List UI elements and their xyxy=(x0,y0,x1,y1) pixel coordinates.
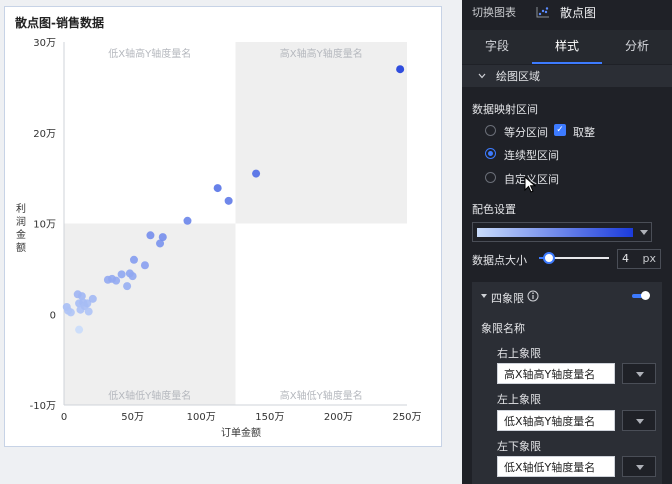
top-left-quadrant-select[interactable] xyxy=(622,410,656,431)
quadrant-top-right-bg xyxy=(235,42,407,224)
chevron-down-icon xyxy=(640,230,648,235)
quadrant-label-top-left: 低X轴高Y轴度量名 xyxy=(108,47,191,60)
data-point[interactable] xyxy=(158,233,167,242)
data-point[interactable] xyxy=(112,276,121,285)
x-tick-label: 250万 xyxy=(392,412,421,423)
tab-style[interactable]: 样式 xyxy=(532,30,602,64)
radio-continuous-interval[interactable] xyxy=(485,148,496,159)
point-size-value: 4 xyxy=(622,252,629,265)
radio-equal-interval[interactable] xyxy=(485,125,496,136)
mouse-cursor-icon xyxy=(524,176,537,193)
radio-custom-interval[interactable] xyxy=(485,172,496,183)
data-point[interactable] xyxy=(117,270,126,279)
data-point[interactable] xyxy=(129,255,138,264)
y-axis-label-char-4: 额 xyxy=(16,241,26,254)
point-size-input[interactable]: 4 px xyxy=(617,249,661,269)
tab-analysis[interactable]: 分析 xyxy=(602,30,672,64)
toggle-knob xyxy=(641,291,650,300)
tab-fields[interactable]: 字段 xyxy=(462,30,532,64)
top-right-quadrant-input[interactable] xyxy=(497,363,615,384)
x-tick-label: 100万 xyxy=(187,412,216,423)
y-tick-labels: -10万 0 10万 20万 30万 xyxy=(30,38,56,412)
section-plot-area[interactable]: 绘图区域 xyxy=(462,65,672,87)
quadrant-label-bottom-left: 低X轴低Y轴度量名 xyxy=(108,389,191,402)
data-point[interactable] xyxy=(146,231,155,240)
round-checkbox-label[interactable]: 取整 xyxy=(573,124,595,140)
data-point[interactable] xyxy=(123,282,132,291)
data-point[interactable] xyxy=(396,65,405,74)
data-point[interactable] xyxy=(140,261,149,270)
x-tick-label: 200万 xyxy=(324,412,353,423)
radio-continuous-interval-label[interactable]: 连续型区间 xyxy=(504,147,559,163)
info-icon[interactable] xyxy=(527,290,539,302)
switch-chart-label: 切换图表 xyxy=(472,6,516,19)
x-tick-label: 0 xyxy=(61,412,67,423)
scatter-chart: -10万 0 10万 20万 30万 0 50万 100万 150万 200万 250万 低X轴高… xyxy=(16,38,422,439)
chevron-down-icon xyxy=(636,419,644,424)
top-left-quadrant-label: 左上象限 xyxy=(497,393,541,406)
x-tick-label: 150万 xyxy=(255,412,284,423)
check-icon: ✓ xyxy=(556,125,564,135)
data-point[interactable] xyxy=(252,169,261,178)
top-right-quadrant-select[interactable] xyxy=(622,363,656,384)
y-tick-label: 30万 xyxy=(33,38,56,49)
x-tick-labels: 0 50万 100万 150万 200万 250万 xyxy=(61,412,422,423)
bottom-left-quadrant-label: 左下象限 xyxy=(497,440,541,453)
y-axis-label-char-1: 利 xyxy=(16,203,26,215)
bottom-left-quadrant-select[interactable] xyxy=(622,456,656,477)
chevron-down-icon xyxy=(636,372,644,377)
slider-handle[interactable] xyxy=(543,252,555,264)
chart-card: 散点图-销售数据 -10万 0 10万 20万 30万 0 50万 100万 150万 200万… xyxy=(4,6,442,447)
section-title: 绘图区域 xyxy=(496,70,540,83)
chevron-down-icon xyxy=(636,465,644,470)
top-left-quadrant-input[interactable] xyxy=(497,410,615,431)
color-gradient-swatch xyxy=(477,228,633,237)
y-axis-label-group: 利 润 金 额 xyxy=(16,203,26,254)
y-axis-label-char-3: 金 xyxy=(16,228,26,241)
color-setting-label: 配色设置 xyxy=(472,203,516,216)
data-point[interactable] xyxy=(66,308,75,317)
caret-down-icon[interactable] xyxy=(481,293,487,299)
data-point[interactable] xyxy=(128,272,137,281)
chevron-down-icon xyxy=(478,73,486,79)
color-scheme-select[interactable] xyxy=(472,222,652,242)
data-point[interactable] xyxy=(75,325,84,334)
y-axis-label-char-2: 润 xyxy=(16,215,26,228)
y-tick-label: -10万 xyxy=(30,401,56,412)
chart-switcher[interactable]: 切换图表 散点图 xyxy=(462,0,672,24)
panel-tabs: 字段 样式 分析 xyxy=(462,30,672,64)
round-checkbox[interactable]: ✓ xyxy=(554,124,566,136)
data-mapping-label: 数据映射区间 xyxy=(472,103,538,116)
scatter-chart-icon xyxy=(536,7,549,18)
quadrant-title: 四象限 xyxy=(491,292,524,305)
point-size-unit: px xyxy=(642,252,657,265)
data-point[interactable] xyxy=(224,196,233,205)
y-tick-label: 10万 xyxy=(33,220,56,231)
y-tick-label: 0 xyxy=(50,310,56,321)
data-point[interactable] xyxy=(84,307,93,316)
quadrant-bottom-right-bg xyxy=(235,223,407,405)
x-axis-label: 订单金额 xyxy=(221,426,261,439)
quadrant-name-label: 象限名称 xyxy=(481,322,525,335)
quadrant-top-left-bg xyxy=(64,42,236,224)
point-size-label: 数据点大小 xyxy=(472,254,527,267)
radio-equal-interval-label[interactable]: 等分区间 xyxy=(504,124,548,140)
current-chart-name: 散点图 xyxy=(560,5,597,20)
quadrant-backgrounds xyxy=(64,42,407,405)
data-point[interactable] xyxy=(213,184,222,193)
quadrant-toggle[interactable] xyxy=(632,291,650,301)
x-tick-label: 50万 xyxy=(121,412,144,423)
quadrant-label-top-right: 高X轴高Y轴度量名 xyxy=(280,47,363,60)
data-point[interactable] xyxy=(183,216,192,225)
quadrant-label-bottom-right: 高X轴低Y轴度量名 xyxy=(280,389,363,402)
top-right-quadrant-label: 右上象限 xyxy=(497,347,541,360)
data-point[interactable] xyxy=(88,294,97,303)
bottom-left-quadrant-input[interactable] xyxy=(497,456,615,477)
y-tick-label: 20万 xyxy=(33,129,56,140)
